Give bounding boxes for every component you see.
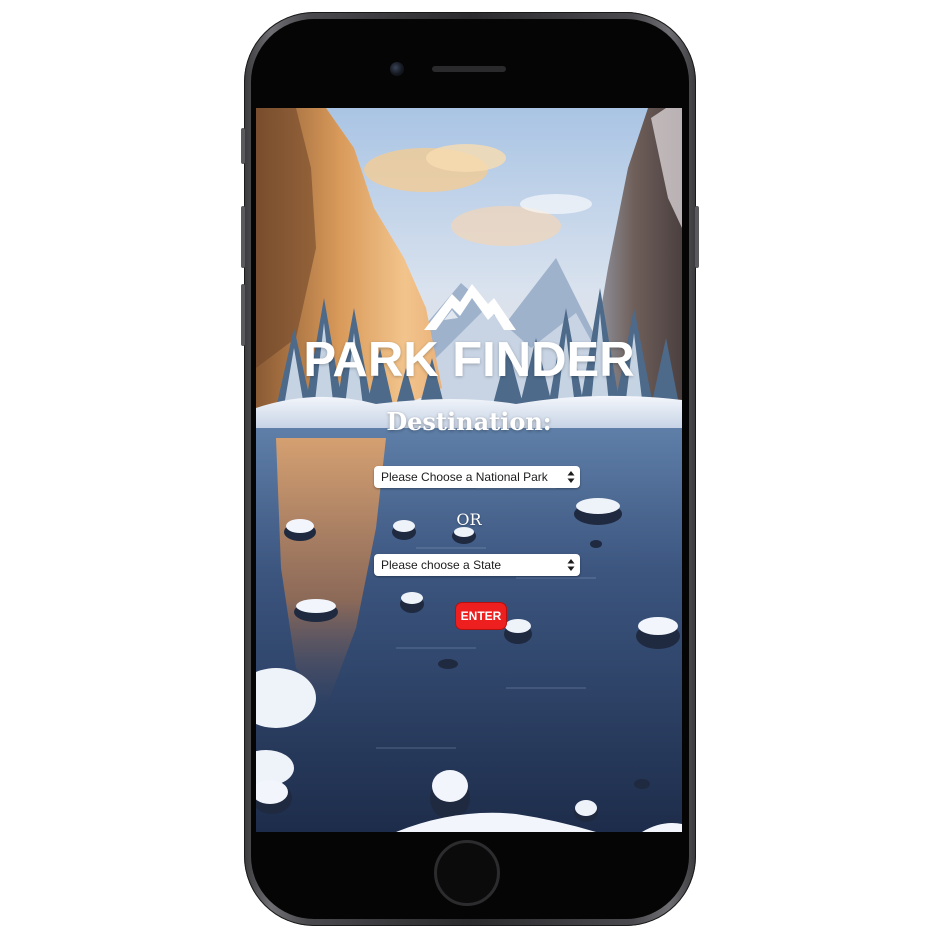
- power-button: [695, 206, 699, 268]
- earpiece-speaker: [432, 66, 506, 72]
- mountain-logo-icon: [424, 284, 516, 330]
- home-button[interactable]: [434, 840, 500, 906]
- updown-arrows-icon: [567, 471, 575, 483]
- national-park-select[interactable]: Please Choose a National Park: [374, 466, 580, 488]
- enter-button[interactable]: ENTER: [455, 602, 507, 630]
- state-select[interactable]: Please choose a State: [374, 554, 580, 576]
- app-title: PARK FINDER: [303, 333, 635, 387]
- national-park-select-value: Please Choose a National Park: [381, 470, 548, 484]
- volume-up-button: [241, 206, 245, 268]
- state-select-value: Please choose a State: [381, 558, 502, 572]
- silent-switch: [241, 128, 245, 164]
- front-camera: [390, 62, 404, 76]
- app-screen: PARK FINDER Destination: Please Choose a…: [256, 108, 682, 832]
- or-divider-label: OR: [456, 510, 482, 529]
- volume-down-button: [241, 284, 245, 346]
- updown-arrows-icon: [567, 559, 575, 571]
- destination-label: Destination:: [386, 407, 552, 436]
